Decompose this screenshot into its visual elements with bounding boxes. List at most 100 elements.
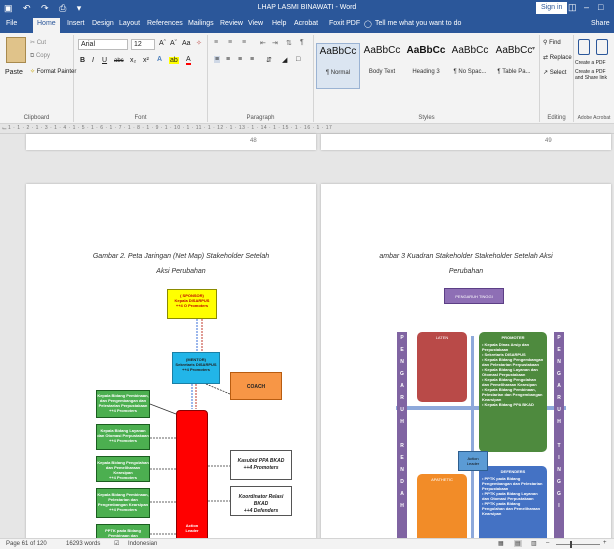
- create-pdf-icon[interactable]: [578, 39, 590, 55]
- axis-letter: G: [400, 371, 404, 377]
- word-count[interactable]: 16293 words: [66, 541, 100, 547]
- maximize-icon[interactable]: □: [598, 2, 603, 12]
- minimize-icon[interactable]: –: [584, 2, 589, 12]
- subscript-button[interactable]: x₂: [130, 57, 136, 64]
- line-spacing-icon[interactable]: ⇵: [266, 56, 272, 64]
- bold-button[interactable]: B: [80, 57, 85, 64]
- tab-acrobat[interactable]: Acrobat: [294, 20, 318, 27]
- defenders-title: DEFENDERS: [500, 469, 526, 474]
- style-body-text[interactable]: AaBbCc Body Text: [360, 43, 404, 89]
- axis-letter: N: [400, 467, 404, 473]
- paste-icon[interactable]: [6, 37, 26, 63]
- cut-button[interactable]: ✂ Cut: [30, 39, 46, 46]
- styles-more-icon[interactable]: ▾: [532, 45, 535, 52]
- figure-caption-line1: ambar 3 Kuadran Stakeholder Stakeholder …: [379, 253, 553, 260]
- superscript-button[interactable]: x²: [143, 57, 149, 64]
- align-left-icon[interactable]: ≡: [214, 56, 221, 63]
- shading-icon[interactable]: ◢: [282, 56, 287, 64]
- axis-letter: E: [400, 455, 404, 461]
- shrink-font-button[interactable]: Aˇ: [170, 40, 177, 47]
- select-button[interactable]: ↗ Select: [543, 69, 566, 76]
- tab-review[interactable]: Review: [220, 20, 243, 27]
- page-number: 49: [545, 138, 552, 144]
- tab-home[interactable]: Home: [33, 18, 60, 33]
- proofing-icon[interactable]: ☑: [114, 540, 119, 547]
- sponsor-box: ( SPONSOR) Kepala DISARPUS ++4 O Promote…: [167, 289, 217, 319]
- font-size-select[interactable]: 12: [131, 39, 155, 50]
- scissors-icon: ✂: [30, 40, 36, 46]
- replace-label: Replace: [549, 55, 572, 61]
- page-count[interactable]: Page 61 of 120: [6, 541, 47, 547]
- tell-me-search[interactable]: Tell me what you want to do: [375, 20, 461, 27]
- zoom-slider-handle[interactable]: [570, 541, 572, 548]
- read-mode-icon[interactable]: ▦: [498, 540, 504, 547]
- format-painter-label: Format Painter: [36, 69, 77, 75]
- highlight-button[interactable]: ab: [169, 57, 179, 64]
- borders-icon[interactable]: □: [296, 56, 300, 63]
- axis-letter: P: [557, 335, 561, 341]
- center-icon[interactable]: ≡: [226, 56, 230, 63]
- copy-label: Copy: [35, 53, 50, 59]
- language-indicator[interactable]: Indonesian: [128, 541, 157, 547]
- zoom-slider[interactable]: [556, 544, 600, 545]
- numbering-icon[interactable]: ≡: [228, 39, 232, 46]
- share-button[interactable]: Share: [591, 20, 610, 27]
- quadrant-apathetic: APATHETIC: [417, 474, 467, 544]
- find-button[interactable]: ⚲ Find: [543, 39, 561, 46]
- cursor-icon: ↗: [543, 70, 549, 76]
- axis-letter: R: [400, 443, 404, 449]
- justify-icon[interactable]: ≡: [250, 56, 254, 63]
- font-name-select[interactable]: Arial: [78, 39, 128, 50]
- tab-file[interactable]: File: [6, 20, 17, 27]
- style-heading-3[interactable]: AaBbCc Heading 3: [404, 43, 448, 89]
- bullets-icon[interactable]: ≡: [214, 39, 218, 46]
- font-group: Arial 12 Aˆ Aˇ Aa ✧ B I U abc x₂ x² A ab…: [74, 35, 208, 122]
- align-right-icon[interactable]: ≡: [238, 56, 242, 63]
- sign-in-button[interactable]: Sign in: [536, 2, 568, 14]
- tab-mailings[interactable]: Mailings: [188, 20, 214, 27]
- create-pdf-button[interactable]: Create a PDF: [575, 60, 606, 66]
- show-marks-icon[interactable]: ¶: [300, 39, 304, 46]
- ribbon-display-options-icon[interactable]: ◫: [568, 2, 577, 13]
- copy-button[interactable]: ⧉ Copy: [30, 53, 50, 60]
- replace-button[interactable]: ⇄ Replace: [543, 54, 572, 61]
- change-case-button[interactable]: Aa: [182, 40, 191, 47]
- font-color-button[interactable]: A: [186, 56, 191, 65]
- format-painter-button[interactable]: ✧ Format Painter: [30, 68, 76, 75]
- tab-layout[interactable]: Layout: [119, 20, 140, 27]
- strikethrough-button[interactable]: abc: [114, 58, 124, 64]
- stakeholder-box: Kepala Bidang Layanan dan Otomasi Perpus…: [96, 424, 150, 450]
- style-no-spacing[interactable]: AaBbCc ¶ No Spac...: [448, 43, 492, 89]
- document-canvas[interactable]: 48 49 Gambar 2. Peta Jaringan (Net Map) …: [0, 134, 614, 544]
- tab-references[interactable]: References: [147, 20, 183, 27]
- tab-design[interactable]: Design: [92, 20, 114, 27]
- tab-selector-icon[interactable]: ⌙: [2, 125, 7, 132]
- grow-font-button[interactable]: Aˆ: [159, 40, 166, 47]
- axis-letter: N: [557, 467, 561, 473]
- style-table-paragraph[interactable]: AaBbCc ¶ Table Pa...: [492, 43, 536, 89]
- italic-button[interactable]: I: [92, 57, 94, 64]
- zoom-out-button[interactable]: –: [546, 540, 549, 546]
- ruler-ticks: 1 · 1 · 2 · 1 · 3 · 1 · 4 · 1 · 5 · 1 · …: [8, 125, 333, 131]
- style-preview: AaBbCc: [319, 46, 357, 57]
- text-effects-button[interactable]: A: [157, 56, 162, 63]
- horizontal-ruler[interactable]: ⌙ 1 · 1 · 2 · 1 · 3 · 1 · 4 · 1 · 5 · 1 …: [0, 124, 614, 134]
- decrease-indent-icon[interactable]: ⇤: [260, 39, 266, 47]
- tab-foxit-pdf[interactable]: Foxit PDF: [329, 20, 360, 27]
- create-and-share-button[interactable]: Create a PDF and Share link: [575, 69, 613, 81]
- tab-view[interactable]: View: [248, 20, 263, 27]
- promoter-list: • Kepala Dinas Arsip dan Perpustakaan • …: [482, 342, 544, 407]
- style-normal[interactable]: AaBbCc ¶ Normal: [316, 43, 360, 89]
- paste-button[interactable]: Paste: [5, 69, 23, 76]
- clear-formatting-button[interactable]: ✧: [196, 39, 202, 47]
- zoom-in-button[interactable]: +: [603, 540, 607, 546]
- increase-indent-icon[interactable]: ⇥: [272, 39, 278, 47]
- underline-button[interactable]: U: [102, 57, 107, 64]
- print-layout-icon[interactable]: ▤: [514, 540, 522, 547]
- multilevel-list-icon[interactable]: ≡: [242, 39, 246, 46]
- share-pdf-icon[interactable]: [596, 39, 608, 55]
- web-layout-icon[interactable]: ▥: [531, 540, 537, 547]
- sort-icon[interactable]: ⇅: [286, 39, 292, 47]
- tab-insert[interactable]: Insert: [67, 20, 85, 27]
- tab-help[interactable]: Help: [272, 20, 286, 27]
